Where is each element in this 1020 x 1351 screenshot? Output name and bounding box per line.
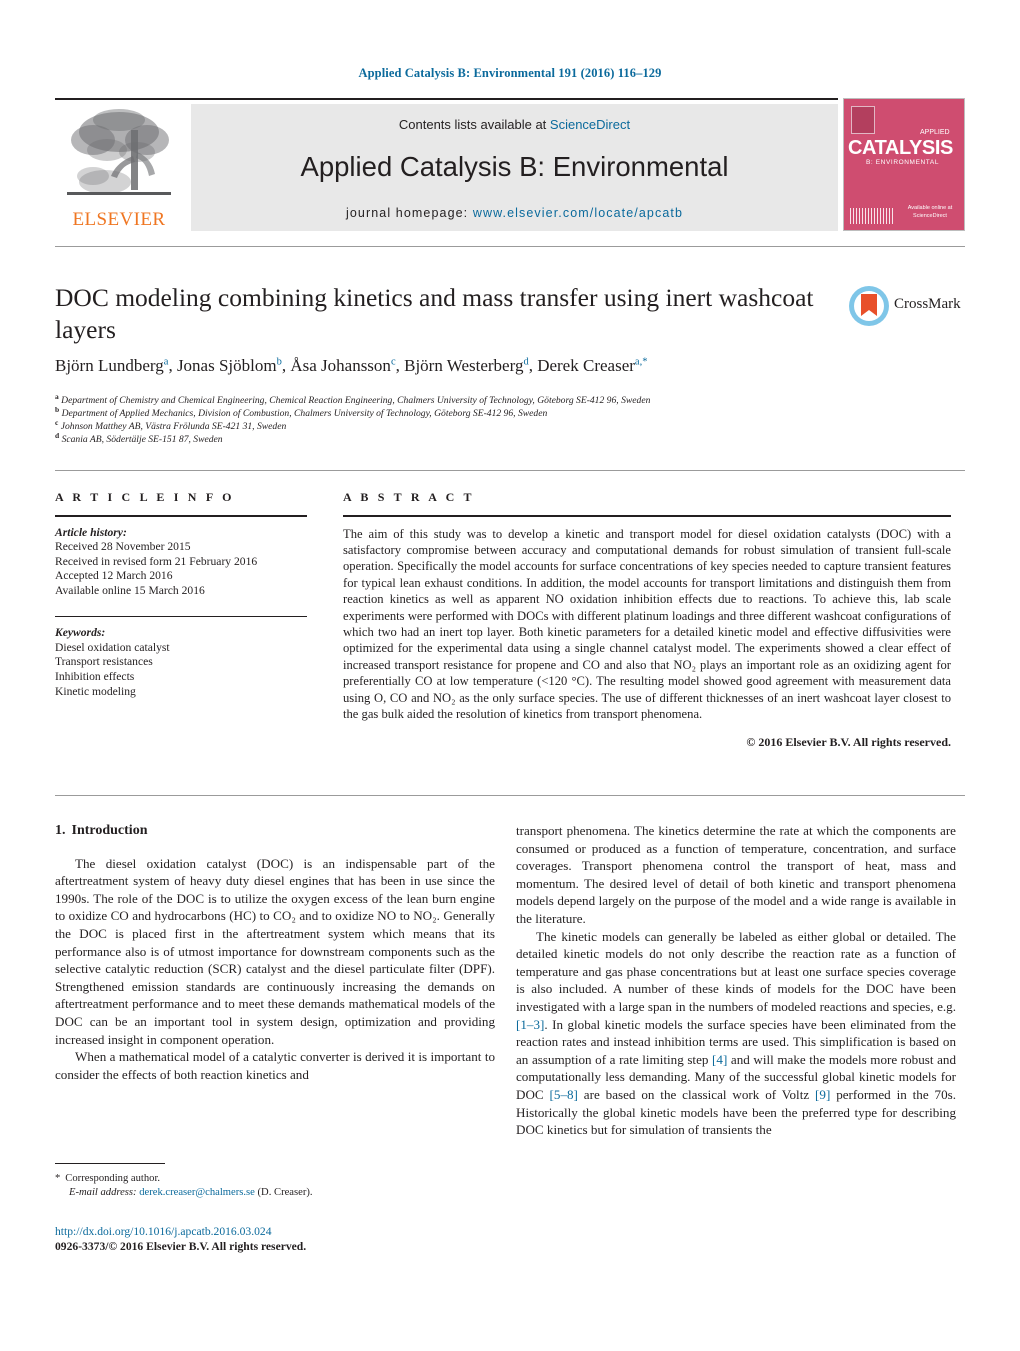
- section-title: Introduction: [71, 823, 148, 838]
- homepage-url-link[interactable]: www.elsevier.com/locate/apcatb: [473, 206, 683, 220]
- body-column-right: transport phenomena. The kinetics determ…: [516, 822, 956, 1139]
- affiliation-d: d Scania AB, Södertälje SE-151 87, Swede…: [55, 429, 875, 446]
- corresponding-author-text: Corresponding author.: [65, 1173, 161, 1184]
- author-4: Derek Creasera,*: [537, 356, 647, 375]
- keyword-0: Diesel oxidation catalyst: [55, 640, 170, 654]
- affiliation-b-mark: b: [55, 405, 60, 414]
- crossmark-icon: [849, 286, 889, 326]
- citation-1-3[interactable]: [1–3]: [516, 1017, 544, 1032]
- paragraph-intro-2: When a mathematical model of a catalytic…: [55, 1049, 495, 1082]
- contents-prefix: Contents lists available at: [398, 117, 550, 132]
- corresponding-author-line: * Corresponding author.: [55, 1172, 495, 1186]
- abstract-text: The aim of this study was to develop a k…: [343, 526, 951, 722]
- affiliation-a-mark: a: [55, 392, 59, 401]
- p3-part-6: are based on the classical work of Voltz: [577, 1086, 816, 1102]
- email-suffix: (D. Creaser).: [257, 1187, 313, 1198]
- cover-barcode-icon: [850, 208, 894, 224]
- author-1: Jonas Sjöblomb: [177, 356, 282, 375]
- section-number: 1.: [55, 823, 66, 838]
- journal-cover-thumbnail: APPLIED CATALYSIS B: ENVIRONMENTAL Avail…: [843, 98, 965, 231]
- p3-part-0: The kinetic models can generally be labe…: [516, 928, 956, 1014]
- affiliation-d-mark: d: [55, 431, 60, 440]
- crossmark-label: CrossMark: [894, 296, 961, 312]
- author-2: Åsa Johanssonc: [290, 356, 395, 375]
- corresponding-author-star: *: [55, 1173, 61, 1184]
- keyword-3: Kinetic modeling: [55, 684, 136, 698]
- email-link[interactable]: derek.creaser@chalmers.se: [139, 1187, 255, 1198]
- title-separator-rule: [55, 246, 965, 247]
- citation-5-8[interactable]: [5–8]: [550, 1087, 578, 1102]
- keyword-1: Transport resistances: [55, 655, 153, 669]
- keyword-2: Inhibition effects: [55, 669, 135, 683]
- running-head: Applied Catalysis B: Environmental 191 (…: [358, 66, 662, 80]
- abstract-copyright: © 2016 Elsevier B.V. All rights reserved…: [746, 735, 951, 750]
- journal-band: Contents lists available at ScienceDirec…: [191, 104, 838, 231]
- issn-copyright: 0926-3373/© 2016 Elsevier B.V. All right…: [55, 1240, 307, 1253]
- author-3-name: Björn Westerberg: [404, 356, 524, 375]
- contents-line: Contents lists available at ScienceDirec…: [191, 117, 838, 132]
- author-1-name: Jonas Sjöblom: [176, 356, 277, 375]
- article-info-rule: [55, 515, 307, 517]
- elsevier-wordmark: ELSEVIER: [72, 209, 166, 230]
- paragraph-intro-2-cont: transport phenomena. The kinetics determ…: [516, 823, 956, 926]
- info-section-top-rule: [55, 470, 965, 471]
- author-3: Björn Westerbergd: [404, 356, 529, 375]
- article-history-label: Article history:: [55, 525, 127, 539]
- author-1-marks: b: [276, 356, 282, 368]
- email-line: E-mail address: derek.creaser@chalmers.s…: [55, 1186, 495, 1200]
- email-label: E-mail address:: [69, 1187, 137, 1198]
- keywords-label: Keywords:: [55, 626, 106, 640]
- author-2-name: Åsa Johansson: [290, 356, 391, 375]
- cover-sup-word: APPLIED: [920, 129, 950, 136]
- keywords-group: Keywords: Diesel oxidation catalyst Tran…: [55, 626, 307, 699]
- article-history-group: Article history: Received 28 November 20…: [55, 526, 307, 599]
- affiliation-c-mark: c: [55, 418, 59, 427]
- section-heading-introduction: 1. Introduction: [55, 822, 495, 840]
- page-title: DOC modeling combining kinetics and mass…: [55, 283, 814, 344]
- affiliation-d-text: Scania AB, Södertälje SE-151 87, Sweden: [61, 434, 223, 446]
- body-column-left: 1. Introduction The diesel oxidation cata…: [55, 822, 495, 1083]
- history-item-1: Received in revised form 21 February 201…: [55, 554, 258, 568]
- author-0: Björn Lundberga: [55, 356, 168, 375]
- masthead-top-rule: [55, 98, 838, 100]
- journal-title: Applied Catalysis B: Environmental: [300, 151, 729, 182]
- elsevier-tree-icon: [67, 109, 171, 195]
- article-info-heading: A R T I C L E I N F O: [55, 490, 235, 504]
- crossmark-badge[interactable]: CrossMark: [848, 283, 961, 329]
- history-item-2: Accepted 12 March 2016: [55, 569, 173, 583]
- author-3-marks: d: [523, 356, 529, 368]
- doi-link[interactable]: http://dx.doi.org/10.1016/j.apcatb.2016.…: [55, 1225, 272, 1238]
- journal-homepage-line: journal homepage: www.elsevier.com/locat…: [191, 206, 838, 220]
- abstract-section-bottom-rule: [55, 795, 965, 796]
- citation-4[interactable]: [4]: [712, 1052, 727, 1067]
- author-0-marks: a: [163, 356, 169, 368]
- cover-sub-word: B: ENVIRONMENTAL: [866, 159, 940, 166]
- cover-elsevier-mark-icon: [851, 106, 875, 134]
- journal-masthead: ELSEVIER Contents lists available at Sci…: [55, 98, 965, 231]
- cover-foot-text: Available online at ScienceDirect: [907, 205, 953, 219]
- author-list: Björn Lundberga, Jonas Sjöblomb, Åsa Joh…: [55, 356, 648, 375]
- citation-9[interactable]: [9]: [815, 1087, 830, 1102]
- author-4-name: Derek Creaser: [537, 356, 635, 375]
- paragraph-intro-1: The diesel oxidation catalyst (DOC) is a…: [55, 855, 495, 1047]
- history-item-3: Available online 15 March 2016: [55, 583, 205, 597]
- cover-main-word: CATALYSIS: [848, 137, 953, 159]
- author-2-marks: c: [390, 356, 396, 368]
- author-4-marks: a,*: [634, 356, 648, 368]
- elsevier-logo: ELSEVIER: [55, 104, 183, 231]
- sciencedirect-link[interactable]: ScienceDirect: [550, 117, 630, 132]
- article-info-column: A R T I C L E I N F O Article history: R…: [55, 490, 307, 699]
- footnote-block: * Corresponding author. E-mail address: d…: [55, 1172, 495, 1200]
- history-item-0: Received 28 November 2015: [55, 540, 191, 554]
- keywords-rule: [55, 615, 307, 618]
- abstract-column: A B S T R A C T The aim of this study wa…: [343, 490, 951, 750]
- abstract-heading: A B S T R A C T: [343, 490, 475, 504]
- paper-page: Applied Catalysis B: Environmental 191 (…: [0, 0, 1020, 1351]
- homepage-prefix: journal homepage:: [346, 206, 473, 220]
- abstract-rule: [343, 515, 951, 517]
- footnote-rule: [55, 1163, 165, 1165]
- paragraph-intro-3: The kinetic models can generally be labe…: [516, 928, 956, 1139]
- author-0-name: Björn Lundberg: [55, 356, 164, 375]
